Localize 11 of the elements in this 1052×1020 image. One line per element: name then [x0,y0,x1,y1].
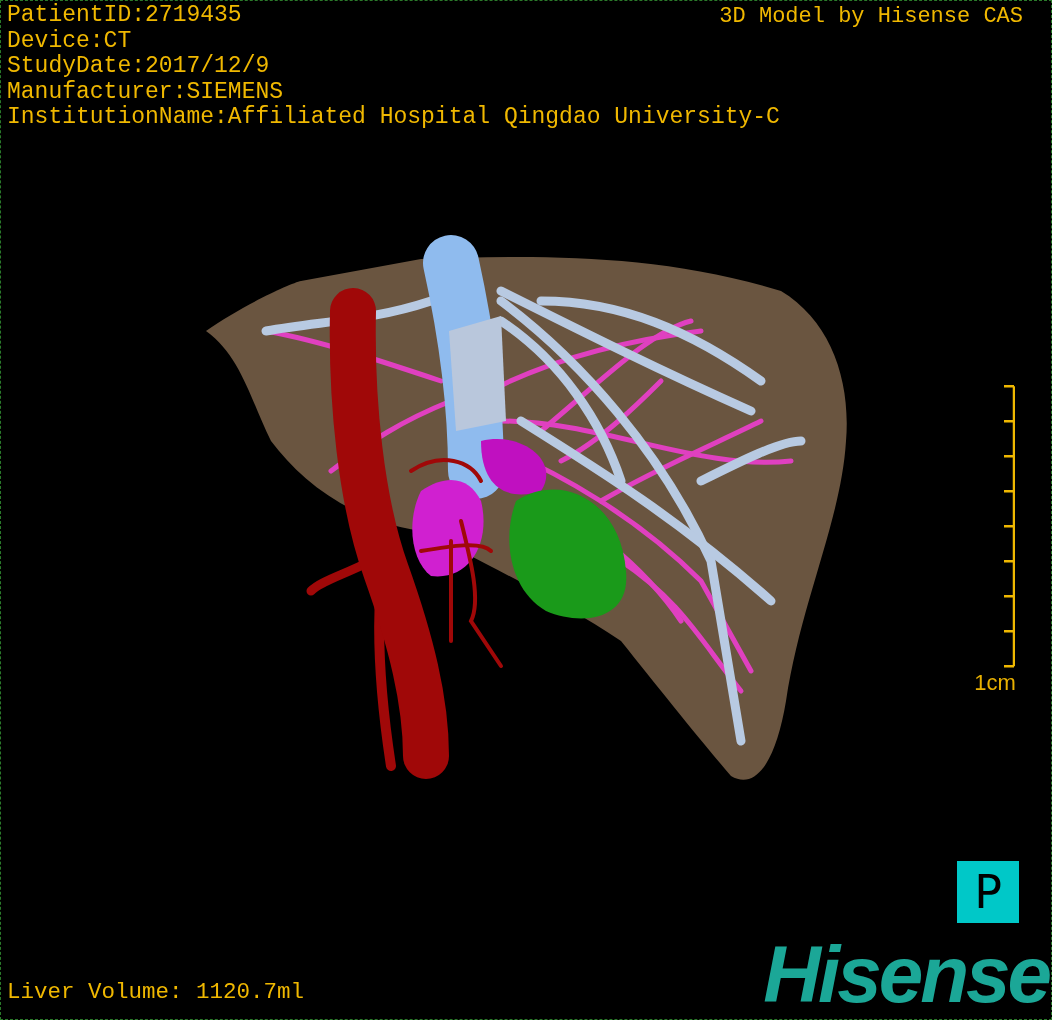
scale-bar-icon [1003,385,1015,668]
info-line: Manufacturer:SIEMENS [7,79,284,105]
info-line: PatientID:2719435 [7,3,242,29]
info-line: InstitutionName:Affiliated Hospital Qingdao University-C [7,105,780,131]
model-credit: 3D Model by Hisense CAS [719,3,1023,31]
orientation-marker: P [957,861,1019,923]
brand-logo: Hisense [763,935,1049,1015]
liver-volume: Liver Volume: 1120.7ml [7,979,305,1005]
info-line: Device:CT [7,28,132,54]
info-line: StudyDate:2017/12/9 [7,54,270,80]
scale-label: 1cm [974,670,1016,696]
